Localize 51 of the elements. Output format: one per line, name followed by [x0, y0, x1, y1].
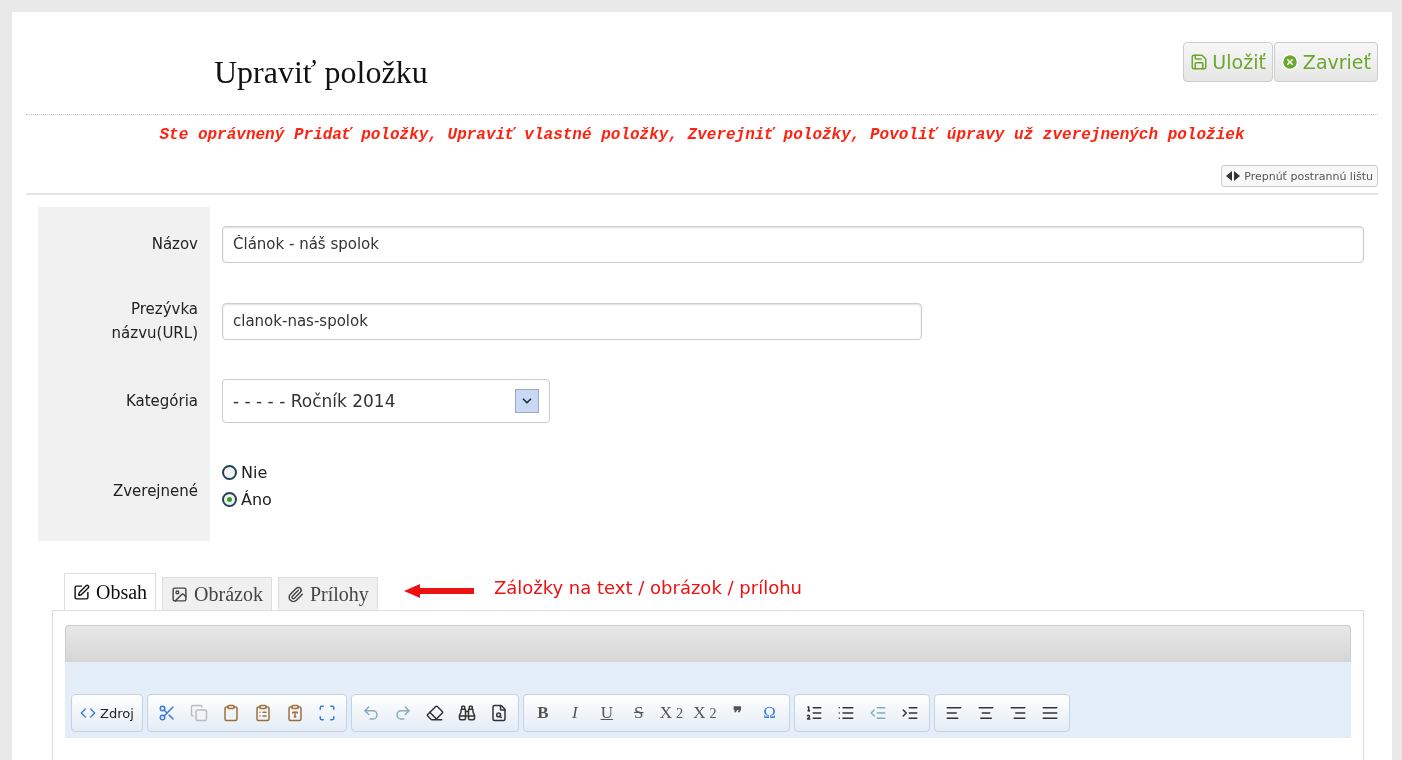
replace-icon [489, 704, 508, 722]
save-icon [1190, 53, 1209, 71]
format-button[interactable]: S [623, 698, 654, 728]
undo-icon [361, 704, 380, 722]
sidebar-toggle-button[interactable]: Prepnúť postrannú lištu [1221, 165, 1378, 187]
paste-icon [221, 704, 240, 722]
left-right-arrows-icon [1226, 171, 1241, 181]
paste-word-icon [285, 704, 304, 722]
paperclip-icon [286, 585, 304, 603]
source-button[interactable]: Zdroj [76, 698, 138, 728]
format-button[interactable]: I [559, 698, 590, 728]
radio-option[interactable]: Áno [222, 490, 272, 509]
permissions-notice: Ste oprávnený Pridať položky, Upraviť vlastné položky, Zverejniť položky, Povoliť úpravy už zverejnených položiek [159, 125, 1245, 146]
copy-icon [189, 704, 208, 722]
editor-tab[interactable]: Obrázok [162, 577, 272, 611]
page-title: Upraviť položku [214, 54, 428, 91]
field-label: Názov [151, 234, 198, 255]
find-icon [457, 704, 476, 722]
align-center-icon [976, 704, 995, 722]
align-justify-icon [1040, 704, 1059, 722]
field-label: Zverejnené [112, 481, 198, 502]
editor-tab[interactable]: Obsah [64, 573, 157, 611]
editor-tab[interactable]: Prílohy [277, 577, 378, 611]
indent-icon [900, 704, 919, 722]
align-left-icon [944, 704, 963, 722]
dropdown-icon [515, 389, 539, 413]
format-button[interactable]: Ω [754, 698, 785, 728]
cut-icon [157, 704, 176, 722]
format-button[interactable]: ❞ [722, 698, 753, 728]
paste-text-icon [253, 704, 272, 722]
image-icon [171, 585, 189, 603]
category-select[interactable]: - - - - - Ročník 2014 [222, 379, 550, 423]
select-all-icon [317, 704, 336, 722]
align-right-icon [1008, 704, 1027, 722]
redo-icon [393, 704, 412, 722]
format-button[interactable]: U [591, 698, 622, 728]
eraser-icon [425, 704, 444, 722]
text-field[interactable]: Článok - náš spolok [222, 225, 1364, 263]
annotation-text: Záložky na text / obrázok / prílohu [493, 577, 802, 598]
close-icon [1280, 53, 1299, 71]
field-label: Prezývka názvu(URL) [110, 299, 198, 344]
code-icon [80, 705, 96, 721]
edit-icon [73, 583, 90, 601]
radio-option[interactable]: Nie [222, 463, 272, 482]
numbered-list-icon [804, 704, 823, 722]
arrow-icon [403, 584, 474, 598]
format-button[interactable]: B [527, 698, 558, 728]
outdent-icon [868, 704, 887, 722]
field-label: Kategória [125, 391, 198, 412]
bullet-list-icon [836, 704, 855, 722]
text-field[interactable]: clanok-nas-spolok [222, 302, 922, 340]
